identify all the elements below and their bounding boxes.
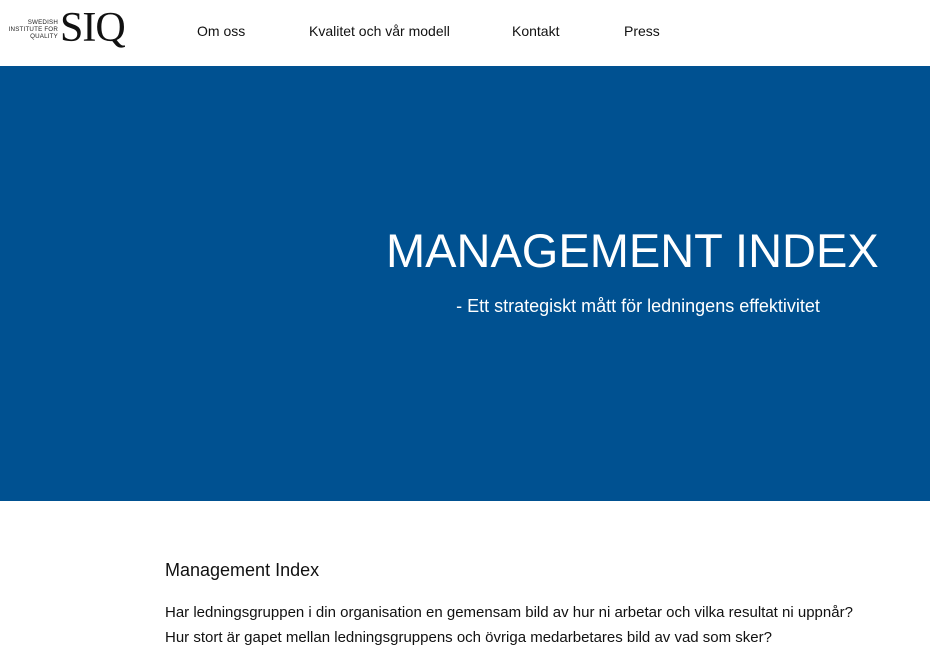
logo-tagline-line: INSTITUTE FOR [8, 26, 58, 33]
hero-title: MANAGEMENT INDEX [386, 224, 879, 277]
logo-tagline-line: SWEDISH [27, 19, 58, 26]
logo-wordmark: SIQ [60, 5, 126, 51]
hero-subtitle: - Ett strategiskt mått för ledningens ef… [456, 296, 820, 316]
site-header: SWEDISH INSTITUTE FOR QUALITY SIQ Om oss… [0, 0, 930, 66]
siq-logo[interactable]: SWEDISH INSTITUTE FOR QUALITY SIQ [4, 5, 132, 53]
main-content: Management Index Har ledningsgruppen i d… [0, 501, 930, 646]
nav-item-om-oss[interactable]: Om oss [197, 23, 245, 39]
content-heading: Management Index [165, 560, 320, 580]
logo-tagline-line: QUALITY [30, 33, 58, 40]
nav-item-kvalitet-och-var-modell[interactable]: Kvalitet och vår modell [309, 23, 450, 39]
hero-banner: MANAGEMENT INDEX - Ett strategiskt mått … [0, 66, 930, 501]
nav-item-press[interactable]: Press [624, 23, 660, 39]
content-paragraph: Har ledningsgruppen i din organisation e… [165, 604, 853, 646]
nav-item-kontakt[interactable]: Kontakt [512, 23, 559, 39]
logo-tagline: SWEDISH INSTITUTE FOR QUALITY [4, 19, 58, 40]
